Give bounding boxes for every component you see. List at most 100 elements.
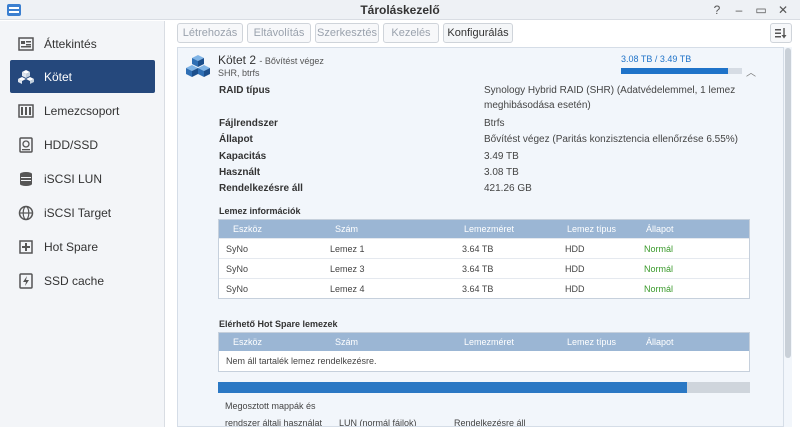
volume-subtitle: SHR, btrfs — [218, 68, 260, 78]
edit-button[interactable]: Szerkesztés — [315, 23, 379, 43]
sidebar-item-label: Áttekintés — [44, 36, 97, 51]
table-row[interactable]: SyNo Lemez 1 3.64 TB HDD Normál — [219, 238, 749, 258]
volume-usage-bar — [621, 68, 742, 74]
legend-shared-line1: Megosztott mappák és — [225, 401, 316, 411]
column-header-disk-type[interactable]: Lemez típus — [567, 333, 616, 351]
overview-icon — [18, 36, 34, 52]
configure-button[interactable]: Konfigurálás — [443, 23, 513, 43]
column-header-disk-size[interactable]: Lemezméret — [464, 333, 514, 351]
cell-status: Normál — [644, 264, 674, 274]
volume-detail-panel: Kötet 2 - Bővítést végez SHR, btrfs 3.08… — [177, 47, 784, 427]
legend-available: Rendelkezésre áll — [454, 418, 526, 427]
collapse-icon[interactable]: ︿ — [746, 64, 756, 79]
cell-disk-type: HDD — [565, 244, 585, 254]
empty-message: Nem áll tartalék lemez rendelkezésre. — [226, 356, 377, 366]
maximize-icon[interactable]: ▭ — [753, 2, 769, 18]
sidebar-item-hdd-ssd[interactable]: HDD/SSD — [10, 128, 155, 161]
cell-device: SyNo — [226, 264, 249, 274]
prop-value-available: 421.26 GB — [484, 183, 532, 194]
prop-value-capacity: 3.49 TB — [484, 151, 519, 162]
minimize-icon[interactable]: – — [731, 2, 747, 18]
cell-status: Normál — [644, 284, 674, 294]
manage-button[interactable]: Kezelés — [383, 23, 439, 43]
volume-usage-text: 3.08 TB / 3.49 TB — [621, 54, 692, 64]
cell-disk-size: 3.64 TB — [462, 244, 494, 254]
column-header-device[interactable]: Eszköz — [233, 333, 262, 351]
prop-label-filesystem: Fájlrendszer — [219, 118, 278, 129]
sidebar-item-volume[interactable]: Kötet — [10, 60, 155, 93]
table-header: Eszköz Szám Lemezméret Lemez típus Állap… — [219, 220, 749, 238]
prop-value-used: 3.08 TB — [484, 167, 519, 178]
sidebar-item-label: SSD cache — [44, 273, 105, 288]
close-icon[interactable]: ✕ — [775, 2, 791, 18]
usage-breakdown-fill — [218, 382, 688, 393]
sidebar-item-label: iSCSI LUN — [44, 171, 103, 186]
window-title: Tároláskezelő — [360, 3, 440, 17]
table-row[interactable]: SyNo Lemez 3 3.64 TB HDD Normál — [219, 258, 749, 278]
sidebar-item-overview[interactable]: Áttekintés — [10, 27, 155, 60]
volume-icon — [18, 69, 34, 85]
toolbar: Létrehozás Eltávolítás Szerkesztés Kezel… — [166, 21, 800, 45]
sidebar-item-label: HDD/SSD — [44, 137, 99, 152]
table-row[interactable]: SyNo Lemez 4 3.64 TB HDD Normál — [219, 278, 749, 298]
column-header-device[interactable]: Eszköz — [233, 220, 262, 238]
remove-button[interactable]: Eltávolítás — [247, 23, 311, 43]
scrollbar-thumb[interactable] — [785, 48, 791, 358]
sort-button[interactable] — [770, 23, 792, 43]
sidebar-item-label: Hot Spare — [44, 239, 99, 254]
title-bar: Tároláskezelő ? – ▭ ✕ — [0, 0, 800, 20]
prop-label-status: Állapot — [219, 134, 253, 145]
ssd-cache-icon — [18, 272, 34, 289]
prop-value-raid-type: Synology Hybrid RAID (SHR) (Adatvédelemm… — [484, 85, 736, 111]
disk-info-title: Lemez információk — [219, 206, 301, 216]
sidebar-item-iscsi-lun[interactable]: iSCSI LUN — [10, 162, 155, 195]
help-icon[interactable]: ? — [709, 2, 725, 18]
sidebar-item-label: Lemezcsoport — [44, 103, 120, 118]
prop-label-raid-type: RAID típus — [219, 85, 271, 96]
window-edge — [793, 21, 800, 427]
hdd-icon — [18, 136, 34, 153]
table-header: Eszköz Szám Lemezméret Lemez típus Állap… — [219, 333, 749, 351]
column-header-disk-size[interactable]: Lemezméret — [464, 220, 514, 238]
prop-label-used: Használt — [219, 167, 261, 178]
cell-disk-type: HDD — [565, 284, 585, 294]
create-button[interactable]: Létrehozás — [177, 23, 243, 43]
cell-number: Lemez 3 — [330, 264, 365, 274]
sidebar: Áttekintés Kötet Lemezcsoport HDD/SSD iS… — [0, 21, 165, 427]
usage-breakdown-bar — [218, 382, 750, 393]
legend-lun: LUN (normál fájlok) — [339, 418, 417, 427]
hot-spare-icon — [18, 239, 34, 255]
cell-disk-type: HDD — [565, 264, 585, 274]
column-header-number[interactable]: Szám — [335, 333, 358, 351]
volume-icon — [186, 55, 210, 77]
column-header-disk-type[interactable]: Lemez típus — [567, 220, 616, 238]
legend-shared-line2: rendszer általi használat — [225, 418, 323, 427]
cell-device: SyNo — [226, 244, 249, 254]
column-header-number[interactable]: Szám — [335, 220, 358, 238]
volume-usage-fill — [621, 68, 728, 74]
cell-status: Normál — [644, 244, 674, 254]
sort-icon — [775, 28, 787, 39]
sidebar-item-hot-spare[interactable]: Hot Spare — [10, 230, 155, 263]
hot-spare-table: Eszköz Szám Lemezméret Lemez típus Állap… — [218, 332, 750, 372]
volume-state-badge: - Bővítést végez — [259, 56, 324, 66]
cell-number: Lemez 1 — [330, 244, 365, 254]
cell-number: Lemez 4 — [330, 284, 365, 294]
column-header-status[interactable]: Állapot — [646, 220, 674, 238]
prop-label-capacity: Kapacitás — [219, 151, 267, 162]
sidebar-item-disk-group[interactable]: Lemezcsoport — [10, 94, 155, 127]
sidebar-item-label: iSCSI Target — [44, 205, 112, 220]
prop-value-status: Bővítést végez (Paritás konzisztencia el… — [484, 134, 739, 145]
sidebar-item-iscsi-target[interactable]: iSCSI Target — [10, 196, 155, 229]
prop-value-filesystem: Btrfs — [484, 118, 505, 129]
iscsi-lun-icon — [18, 171, 34, 187]
disk-group-icon — [18, 103, 34, 119]
sidebar-item-ssd-cache[interactable]: SSD cache — [10, 264, 155, 297]
volume-title: Kötet 2 - Bővítést végez — [218, 53, 324, 67]
cell-disk-size: 3.64 TB — [462, 284, 494, 294]
hot-spare-title: Elérhető Hot Spare lemezek — [219, 319, 338, 329]
volume-name: Kötet 2 — [218, 53, 257, 67]
cell-device: SyNo — [226, 284, 249, 294]
cell-disk-size: 3.64 TB — [462, 264, 494, 274]
column-header-status[interactable]: Állapot — [646, 333, 674, 351]
